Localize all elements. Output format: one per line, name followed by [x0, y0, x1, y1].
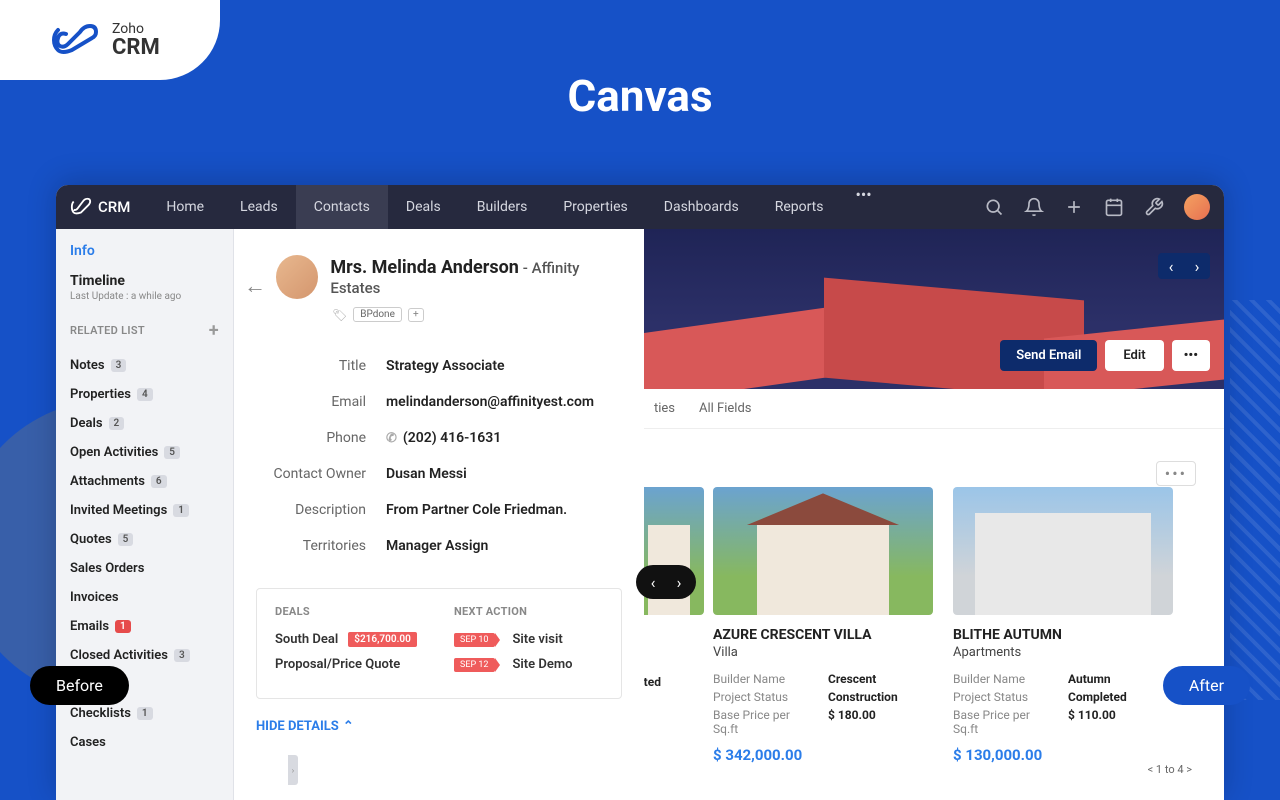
property-image	[713, 487, 933, 615]
related-item[interactable]: Invoices	[70, 583, 219, 612]
tag-icon: 🏷	[332, 308, 347, 322]
count-badge: 4	[137, 388, 153, 401]
back-arrow-icon[interactable]: ←	[244, 273, 266, 299]
chevron-up-icon: ⌃	[343, 719, 354, 734]
nav-brand[interactable]: CRM	[70, 196, 130, 218]
calendar-icon[interactable]	[1104, 197, 1124, 217]
pagination[interactable]: < 1 to 4 >	[1148, 763, 1192, 776]
timeline-sub: Last Update : a while ago	[70, 291, 219, 302]
tools-icon[interactable]	[1144, 197, 1164, 217]
nav-more[interactable]: •••	[842, 185, 886, 229]
send-email-button[interactable]: Send Email	[1000, 340, 1097, 371]
nav-reports[interactable]: Reports	[757, 185, 842, 229]
property-price: $ 342,000.00	[713, 746, 933, 764]
count-badge: 5	[118, 533, 134, 546]
before-pill: Before	[30, 666, 129, 705]
properties-section: ••• leted 0 AZURE CRESCENT VILLA Villa	[644, 447, 1210, 784]
next-action-heading: NEXT ACTION	[454, 605, 603, 618]
timeline-title[interactable]: Timeline	[70, 273, 219, 289]
count-badge: 1	[137, 707, 153, 720]
nav-items: Home Leads Contacts Deals Builders Prope…	[148, 185, 885, 229]
related-item[interactable]: Sales Orders	[70, 554, 219, 583]
count-badge: 2	[109, 417, 125, 430]
crm-logo-icon	[70, 196, 92, 218]
slider-right-icon[interactable]: ›	[666, 569, 692, 595]
nav-properties[interactable]: Properties	[545, 185, 645, 229]
tab-partial[interactable]: ties	[654, 401, 675, 416]
related-item[interactable]: Deals2	[70, 409, 219, 438]
more-actions-button[interactable]: •••	[1172, 340, 1210, 371]
field-phone[interactable]: ✆(202) 416-1631	[386, 430, 501, 446]
nav-builders[interactable]: Builders	[459, 185, 546, 229]
contact-tag[interactable]: BPdone	[353, 307, 402, 322]
deals-heading: DEALS	[275, 605, 424, 618]
slider-left-icon[interactable]: ‹	[640, 569, 666, 595]
contact-name: Mrs. Melinda Anderson	[330, 257, 518, 278]
related-item[interactable]: Notes3	[70, 351, 219, 380]
count-badge: 5	[164, 446, 180, 459]
property-card[interactable]: AZURE CRESCENT VILLA Villa Builder NameC…	[713, 487, 933, 764]
sidebar-toggle[interactable]: ›	[288, 755, 298, 785]
tab-all-fields[interactable]: All Fields	[699, 401, 751, 416]
related-list-header: RELATED LIST	[70, 324, 145, 337]
prev-record-button[interactable]: ‹	[1158, 253, 1184, 279]
hide-details-toggle[interactable]: HIDE DETAILS⌃	[256, 719, 622, 734]
count-badge: 3	[174, 649, 190, 662]
related-item[interactable]: Quotes5	[70, 525, 219, 554]
record-nav: ‹ ›	[1158, 253, 1210, 279]
count-badge: 6	[151, 475, 167, 488]
property-image	[953, 487, 1173, 615]
page-title: Canvas	[567, 70, 712, 122]
field-desc: From Partner Cole Friedman.	[386, 502, 567, 518]
nav-contacts[interactable]: Contacts	[296, 185, 388, 229]
count-badge: 1	[115, 620, 131, 633]
sidebar: Info Timeline Last Update : a while ago …	[56, 229, 234, 800]
related-item[interactable]: Attachments6	[70, 467, 219, 496]
user-avatar[interactable]	[1184, 194, 1210, 220]
property-title: AZURE CRESCENT VILLA	[713, 627, 933, 643]
count-badge: 1	[173, 504, 189, 517]
nav-deals[interactable]: Deals	[388, 185, 459, 229]
plus-icon[interactable]	[1064, 197, 1084, 217]
field-territories: Manager Assign	[386, 538, 488, 554]
related-item[interactable]: Emails1	[70, 612, 219, 641]
section-more-button[interactable]: •••	[1156, 461, 1196, 486]
field-owner: Dusan Messi	[386, 466, 467, 482]
logo-product: CRM	[112, 37, 160, 59]
related-item[interactable]: Open Activities5	[70, 438, 219, 467]
contact-detail: ← Mrs. Melinda Anderson - Affinity Estat…	[234, 229, 644, 800]
count-badge: 3	[111, 359, 127, 372]
nav-home[interactable]: Home	[148, 185, 222, 229]
canvas-panel: ‹ › Send Email Edit ••• ties All Fields …	[644, 229, 1224, 800]
field-title: Strategy Associate	[386, 358, 505, 374]
logo: Zoho CRM	[0, 0, 220, 80]
bell-icon[interactable]	[1024, 197, 1044, 217]
hero-image: ‹ › Send Email Edit •••	[644, 229, 1224, 389]
edit-button[interactable]: Edit	[1105, 340, 1163, 371]
search-icon[interactable]	[984, 197, 1004, 217]
nav-dashboards[interactable]: Dashboards	[646, 185, 757, 229]
nav-leads[interactable]: Leads	[222, 185, 296, 229]
page-header: Zoho CRM Canvas	[0, 0, 1280, 170]
field-email[interactable]: melindanderson@affinityest.com	[386, 394, 594, 410]
related-item[interactable]: Cases	[70, 728, 219, 757]
top-nav: CRM Home Leads Contacts Deals Builders P…	[56, 185, 1224, 229]
add-related-icon[interactable]: +	[209, 320, 219, 341]
related-item[interactable]: Invited Meetings1	[70, 496, 219, 525]
property-price: $ 130,000.00	[953, 746, 1173, 764]
after-pill: After	[1163, 666, 1250, 705]
property-card[interactable]: BLITHE AUTUMN Apartments Builder NameAut…	[953, 487, 1173, 764]
app-window: CRM Home Leads Contacts Deals Builders P…	[56, 185, 1224, 800]
comparison-slider[interactable]: ‹ ›	[636, 565, 696, 599]
property-title: BLITHE AUTUMN	[953, 627, 1173, 643]
next-record-button[interactable]: ›	[1184, 253, 1210, 279]
contact-avatar[interactable]	[276, 255, 318, 299]
zoho-logo-icon	[50, 22, 100, 58]
add-tag-button[interactable]: +	[408, 308, 424, 322]
phone-icon: ✆	[386, 431, 397, 446]
related-item[interactable]: Properties4	[70, 380, 219, 409]
sidebar-info[interactable]: Info	[70, 243, 219, 259]
